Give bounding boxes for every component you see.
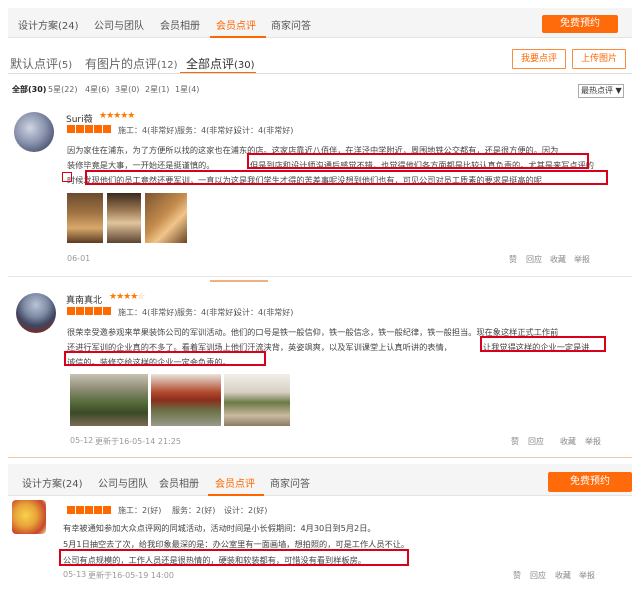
tab-photo-reviews[interactable]: 有图片的点评(12) (85, 55, 178, 72)
nav-member-album[interactable]: 会员相册 (160, 17, 200, 32)
nav-design-plans[interactable]: 设计方案(24) (18, 17, 79, 32)
report-button[interactable]: 举报 (574, 254, 590, 265)
nav-merchant-qa[interactable]: 商家问答 (271, 17, 311, 32)
review-text-line: 5月1日抽空去了次，给我印象最深的是：办公室里有一面画墙，想拍照的，可是工作人员… (63, 539, 410, 549)
review-text-line: 让我觉得这样的企业一定是讲 (483, 342, 590, 352)
upload-photo-button[interactable]: 上传图片 (572, 49, 626, 69)
tab-divider (8, 73, 632, 74)
avatar[interactable] (14, 112, 54, 152)
tab-default-reviews[interactable]: 默认点评(5) (10, 55, 72, 72)
filter-4-star[interactable]: 4星(6) (85, 84, 109, 95)
score-design: 设计：2(好) (224, 506, 268, 515)
review-text-line: 公司有点规模的，工作人员还是很热情的，硬装和软装都有，可惜没有看到样板房。 (63, 555, 366, 565)
review-text-line: 有幸被通知参加大众点评网的同城活动，活动时间是小长假期间：4月30日到5月2日。 (63, 523, 376, 533)
review-text-line: 诚信的。装修交给这样的企业一定会负责的。 (67, 357, 231, 367)
report-button[interactable]: 举报 (585, 436, 601, 447)
review-updated: 更新于16-05-14 21:25 (95, 437, 181, 446)
write-review-button[interactable]: 我要点评 (512, 49, 566, 69)
filter-all[interactable]: 全部(30) (12, 84, 46, 95)
nav-member-reviews[interactable]: 会员点评 (215, 475, 255, 490)
avatar[interactable] (12, 500, 46, 534)
free-booking-button[interactable]: 免费预约 (542, 15, 618, 33)
review-photo[interactable] (145, 193, 187, 243)
nav-member-reviews[interactable]: 会员点评 (216, 17, 256, 32)
review-date: 05-12 (70, 436, 94, 445)
review-nav-bar: 设计方案(24) 公司与团队 会员相册 会员点评 商家问答 免费预约 (8, 464, 632, 496)
rating-stars: ★★★★★ (99, 111, 135, 121)
tab-active-underline (210, 280, 268, 282)
review-text-line: 装修毕竟是大事，一开始还是挺谨慎的。 (67, 160, 215, 170)
nav-member-album[interactable]: 会员相册 (159, 475, 199, 490)
score-construction: 施工：2(好) (118, 506, 162, 515)
filter-5-star[interactable]: 5星(22) (48, 84, 78, 95)
score-service: 服务：2(好) (172, 506, 216, 515)
screenshot-divider (8, 276, 632, 277)
score-construction: 施工：4(非常好) (118, 126, 178, 135)
review-updated: 更新于16-05-19 14:00 (88, 571, 174, 580)
score-design: 设计：4(非常好) (234, 126, 294, 135)
review-nav-bar: 设计方案(24) 公司与团队 会员相册 会员点评 商家问答 免费预约 (8, 8, 632, 38)
favorite-button[interactable]: 收藏 (555, 570, 571, 581)
filter-3-star[interactable]: 3星(0) (115, 84, 139, 95)
review-photo[interactable] (224, 374, 290, 426)
review-photo[interactable] (70, 374, 148, 426)
review-text-line: 时候发现他们的员工竟然还要军训，一直以为这是我们学生才得的苦差事呢没想到他们也有… (67, 175, 542, 185)
review-username[interactable]: 真南真北 (66, 293, 102, 306)
filter-1-star[interactable]: 1星(4) (175, 84, 199, 95)
star-squares-icon (67, 306, 112, 316)
screenshot-divider (8, 457, 632, 458)
sort-select[interactable]: 最热点评 ▼ (578, 84, 624, 98)
reply-button[interactable]: 回应 (530, 570, 546, 581)
free-booking-button[interactable]: 免费预约 (548, 472, 632, 492)
report-button[interactable]: 举报 (579, 570, 595, 581)
filter-2-star[interactable]: 2星(1) (145, 84, 169, 95)
nav-active-underline (210, 36, 266, 38)
score-construction: 施工：4(非常好) (118, 308, 178, 317)
reply-button[interactable]: 回应 (528, 436, 544, 447)
review-photo[interactable] (67, 193, 103, 243)
review-date: 05-13 (63, 570, 87, 579)
nav-merchant-qa[interactable]: 商家问答 (270, 475, 310, 490)
nav-active-underline (208, 494, 264, 496)
score-service: 服务：4(非常好) (177, 126, 237, 135)
score-design: 设计：4(非常好) (234, 308, 294, 317)
score-service: 服务：4(非常好) (177, 308, 237, 317)
avatar[interactable] (16, 293, 56, 333)
review-photo[interactable] (151, 374, 221, 426)
nav-design-plans[interactable]: 设计方案(24) (22, 475, 83, 490)
review-text-line: 但是到店和设计师沟通后感觉不错，也觉得他们各方面都是比较认真负责的。尤其是来写点… (250, 160, 594, 170)
nav-company-team[interactable]: 公司与团队 (94, 17, 144, 32)
star-squares-icon (67, 505, 112, 515)
review-text-line: 还进行军训的企业真的不多了。看着军训场上他们汗流浃背，英姿飒爽，以及军训课堂上认… (67, 342, 452, 352)
like-button[interactable]: 赞 (511, 436, 519, 447)
rating-stars: ★★★★☆ (109, 292, 145, 302)
review-text-line: 因为家住在浦东，为了方便所以找的这家也在浦东的店。这家店靠近八佰伴，在洋泾中学附… (67, 145, 559, 155)
review-photo[interactable] (107, 193, 141, 243)
favorite-button[interactable]: 收藏 (560, 436, 576, 447)
favorite-button[interactable]: 收藏 (550, 254, 566, 265)
like-button[interactable]: 赞 (513, 570, 521, 581)
reply-button[interactable]: 回应 (526, 254, 542, 265)
star-squares-icon (67, 124, 112, 134)
like-button[interactable]: 赞 (509, 254, 517, 265)
review-text-line: 很荣幸受邀参观来苹果装饰公司的军训活动。他们的口号是铁一般信仰，铁一般信念，铁一… (67, 327, 559, 337)
nav-company-team[interactable]: 公司与团队 (98, 475, 148, 490)
review-date: 06-01 (67, 254, 91, 263)
tab-all-reviews[interactable]: 全部点评(30) (186, 55, 255, 72)
